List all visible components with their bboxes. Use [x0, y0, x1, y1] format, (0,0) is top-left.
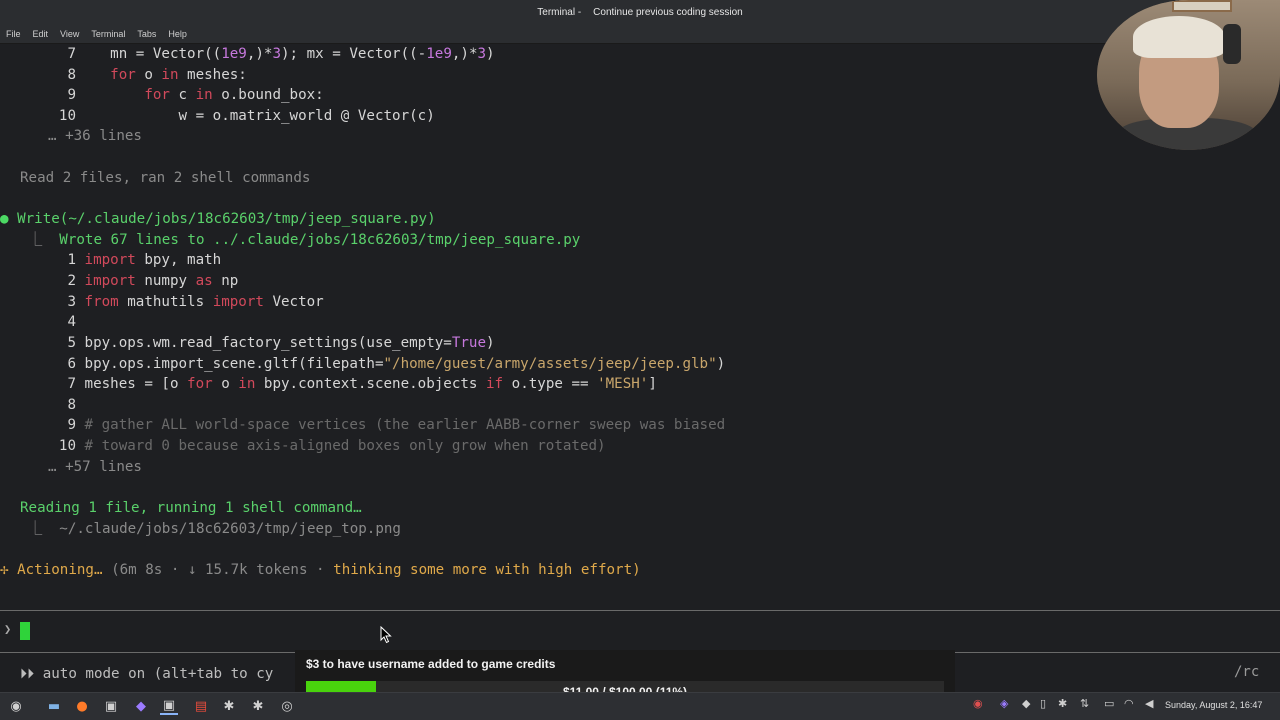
reading-status: Reading 1 file, running 1 shell command…	[20, 500, 362, 516]
code-line: 10 # toward 0 because axis-aligned boxes…	[58, 438, 606, 454]
clock[interactable]: Sunday, August 2, 16:47	[1165, 700, 1262, 710]
code-line: 9 # gather ALL world-space vertices (the…	[67, 417, 726, 433]
more-lines: … +36 lines	[48, 128, 142, 144]
wrote-line: ⎿ Wrote 67 lines to ../.claude/jobs/18c6…	[28, 232, 581, 248]
more-lines: … +57 lines	[48, 459, 142, 475]
code-line: 3 from mathutils import Vector	[67, 294, 324, 310]
spinner-icon: ✢	[0, 562, 9, 578]
settings2-icon[interactable]: ✱	[249, 697, 267, 715]
auto-mode-indicator: ⏵⏵ auto mode on (alt+tab to cy	[20, 666, 274, 682]
rc-link[interactable]: /rc	[1234, 664, 1259, 680]
menu-view[interactable]: View	[60, 29, 79, 39]
prompt-icon: ❯	[4, 622, 12, 636]
menu-edit[interactable]: Edit	[33, 29, 49, 39]
firefox-icon[interactable]: ●	[73, 697, 91, 715]
terminal-active-icon[interactable]: ▣	[160, 697, 178, 715]
code-line: 8	[67, 397, 76, 413]
code-line: 8 for o in meshes:	[67, 67, 247, 83]
record-icon[interactable]: ◉	[973, 697, 983, 715]
read-summary: Read 2 files, ran 2 shell commands	[20, 170, 311, 186]
window-subtitle: Continue previous coding session	[593, 6, 743, 18]
webcam-overlay	[1097, 0, 1280, 150]
steam-icon[interactable]: ◎	[278, 697, 296, 715]
donation-label: $3 to have username added to game credit…	[306, 657, 556, 671]
menu-file[interactable]: File	[6, 29, 21, 39]
wifi-icon[interactable]: ◠	[1124, 697, 1134, 715]
bluetooth-icon[interactable]: ✱	[1058, 697, 1067, 715]
reading-path: ⎿ ~/.claude/jobs/18c62603/tmp/jeep_top.p…	[28, 521, 401, 537]
status-dot-icon: ●	[0, 211, 9, 227]
files-icon[interactable]: ▬	[45, 697, 63, 715]
actioning-status: ✢ Actioning… (6m 8s · ↓ 15.7k tokens · t…	[0, 562, 641, 578]
menu-terminal[interactable]: Terminal	[91, 29, 125, 39]
display-icon[interactable]: ▭	[1104, 697, 1114, 715]
code-line: 9 for c in o.bound_box:	[67, 87, 324, 103]
menubar: File Edit View Terminal Tabs Help	[0, 24, 1280, 44]
code-line: 2 import numpy as np	[67, 273, 239, 289]
discord-icon[interactable]: ◈	[1000, 697, 1008, 715]
write-header: ● Write(~/.claude/jobs/18c62603/tmp/jeep…	[0, 211, 436, 227]
code-line: 4	[67, 314, 76, 330]
menu-icon[interactable]: ◉	[7, 697, 25, 715]
menu-help[interactable]: Help	[168, 29, 187, 39]
clipboard-icon[interactable]: ▯	[1040, 697, 1046, 715]
volume-icon[interactable]: ◀	[1145, 697, 1153, 715]
terminal-icon[interactable]: ▣	[102, 697, 120, 715]
blender-icon[interactable]: ◆	[132, 697, 150, 715]
settings-icon[interactable]: ✱	[220, 697, 238, 715]
menu-tabs[interactable]: Tabs	[137, 29, 156, 39]
code-line: 7 mn = Vector((1e9,)*3); mx = Vector((-1…	[67, 46, 495, 62]
code-line: 5 bpy.ops.wm.read_factory_settings(use_e…	[67, 335, 495, 351]
code-line: 6 bpy.ops.import_scene.gltf(filepath="/h…	[67, 356, 726, 372]
input-cursor[interactable]	[20, 622, 30, 640]
network-icon[interactable]: ⇅	[1080, 697, 1089, 715]
code-line: 10 w = o.matrix_world @ Vector(c)	[58, 108, 435, 124]
shield-icon[interactable]: ◆	[1022, 697, 1030, 715]
code-line: 1 import bpy, math	[67, 252, 222, 268]
code-line: 7 meshes = [o for o in bpy.context.scene…	[67, 376, 657, 392]
divider	[0, 610, 1280, 611]
mouse-pointer-icon	[380, 626, 392, 644]
window-title: Terminal -	[537, 6, 582, 18]
window-titlebar: Terminal - Continue previous coding sess…	[0, 0, 1280, 24]
pdf-icon[interactable]: ▤	[192, 697, 210, 715]
